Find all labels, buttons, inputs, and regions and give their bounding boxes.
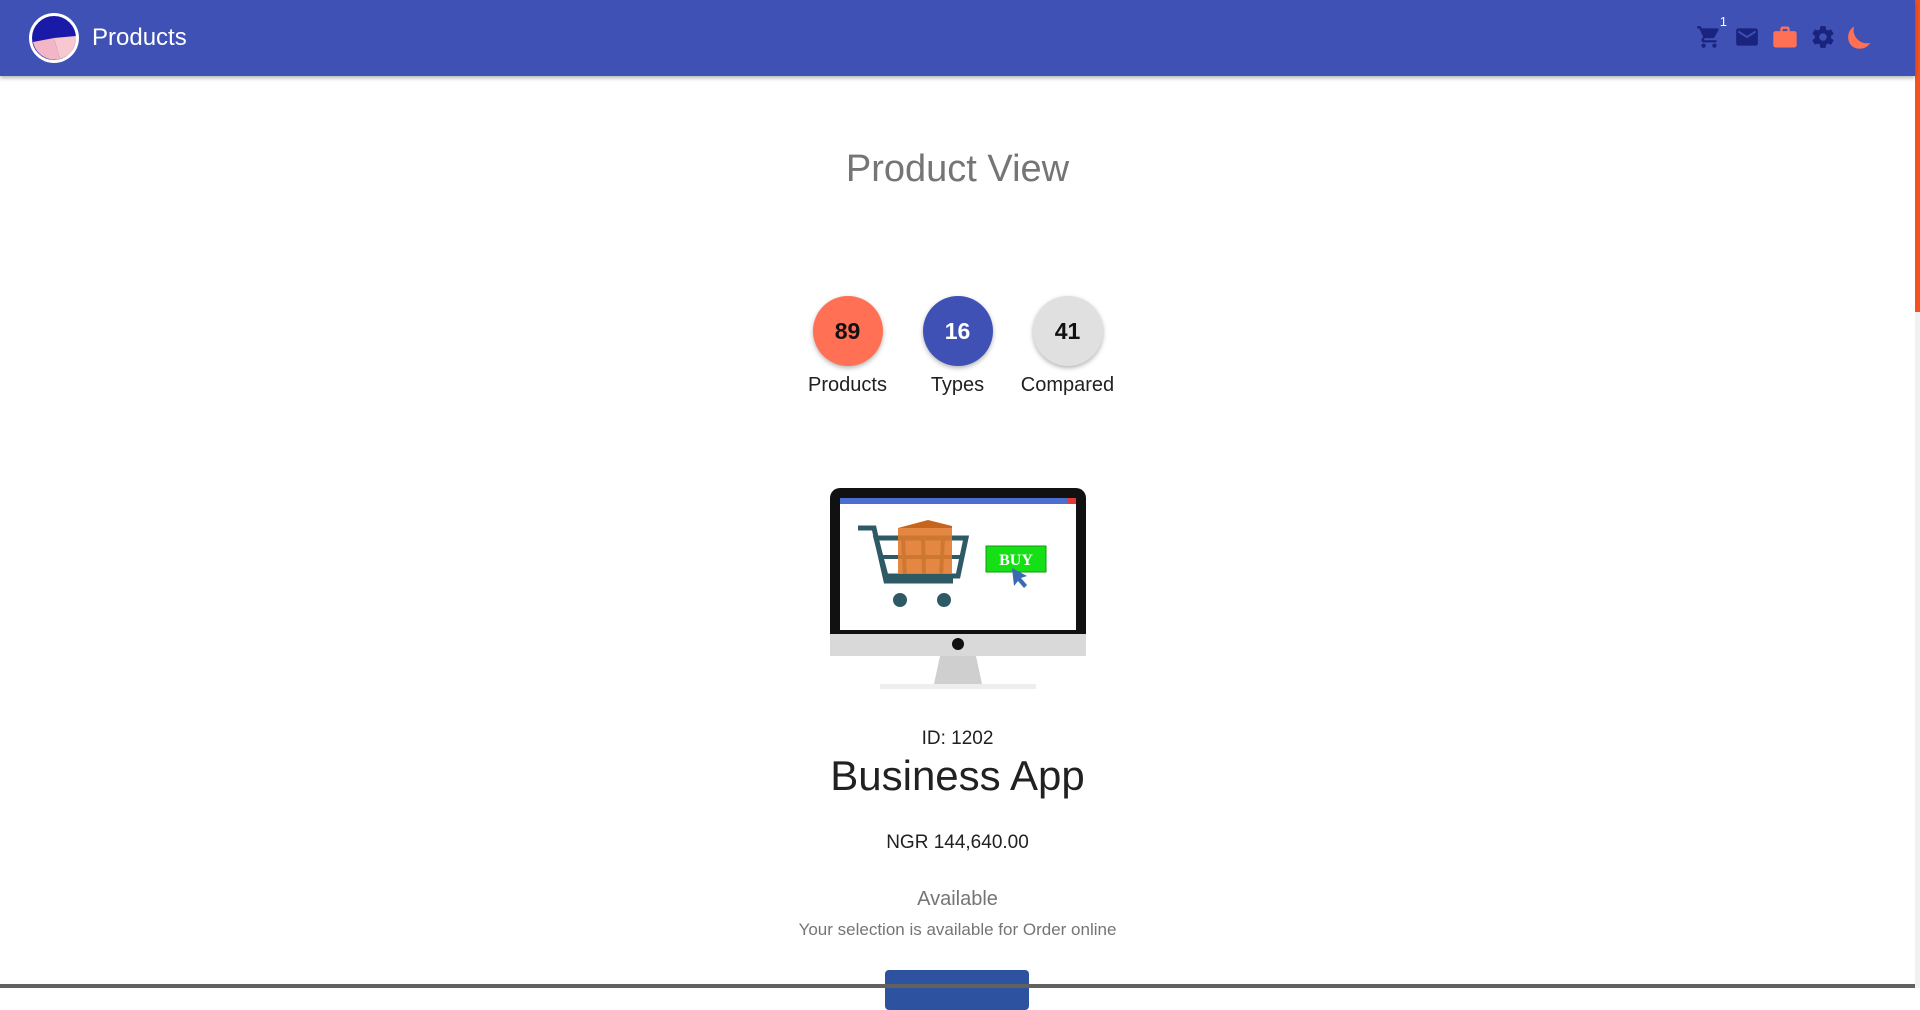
app-bar: Products 1 <box>0 0 1915 76</box>
app-logo[interactable] <box>29 13 79 63</box>
app-title: Products <box>92 24 187 51</box>
moon-icon <box>1848 26 1871 49</box>
stats-row: 89 Products 16 Types 41 Compared <box>0 296 1915 397</box>
page-title: Product View <box>845 148 1070 190</box>
stat-types-label: Types <box>930 374 985 396</box>
product-image: BUY <box>830 488 1086 689</box>
cart-count-badge: 1 <box>1719 14 1727 29</box>
stat-compared-label: Compared <box>1020 374 1115 396</box>
stat-types-value: 16 <box>922 296 993 366</box>
mail-icon <box>1736 28 1758 46</box>
bottom-divider <box>0 984 1915 988</box>
cart-icon <box>1697 26 1719 48</box>
product-name: Business App <box>830 752 1085 799</box>
product-id: ID: 1202 <box>921 728 994 749</box>
stat-products[interactable]: 89 Products <box>793 296 903 397</box>
briefcase-icon <box>1773 26 1797 48</box>
mail-button[interactable] <box>1733 20 1761 54</box>
stat-products-label: Products <box>808 374 887 396</box>
order-button[interactable] <box>885 970 1029 1010</box>
stat-types[interactable]: 16 Types <box>903 296 1013 397</box>
appbar-actions: 1 <box>1695 14 1875 54</box>
theme-toggle-button[interactable] <box>1847 20 1875 54</box>
pie-chart-logo-icon <box>30 14 78 62</box>
buy-text: BUY <box>999 552 1033 569</box>
cart-button[interactable]: 1 <box>1695 14 1727 54</box>
gear-icon <box>1812 26 1834 48</box>
product-price: NGR 144,640.00 <box>886 832 1029 853</box>
stat-compared-value: 41 <box>1032 296 1103 366</box>
availability-note: Your selection is available for Order on… <box>798 920 1117 939</box>
page-scrollbar[interactable] <box>1915 0 1920 988</box>
stat-compared[interactable]: 41 Compared <box>1013 296 1123 397</box>
stat-products-value: 89 <box>812 296 883 366</box>
settings-button[interactable] <box>1809 20 1837 54</box>
scrollbar-thumb[interactable] <box>1915 0 1920 312</box>
availability-status: Available <box>917 888 998 910</box>
briefcase-button[interactable] <box>1771 20 1799 54</box>
